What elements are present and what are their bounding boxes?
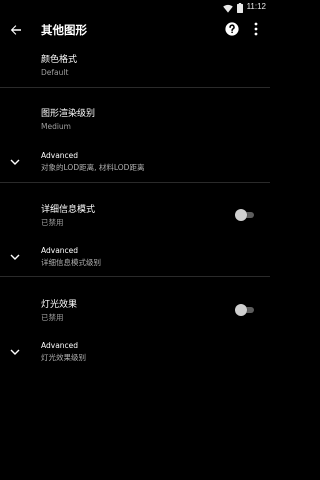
pref-lighting-advanced-summary: 灯光效果级别 xyxy=(41,353,86,362)
pref-color-format-summary: Default xyxy=(41,68,69,77)
pref-detail-advanced-title: Advanced xyxy=(41,246,79,255)
pref-lighting-advanced[interactable]: Advanced 灯光效果级别 xyxy=(0,337,270,369)
pref-lighting-advanced-title: Advanced xyxy=(41,341,79,350)
pref-render-advanced-summary: 对象的LOD距离, 材料LOD距离 xyxy=(41,163,145,172)
page-title: 其他图形 xyxy=(41,23,87,37)
pref-render-advanced[interactable]: Advanced 对象的LOD距离, 材料LOD距离 xyxy=(0,146,270,180)
pref-lighting[interactable]: 灯光效果 已禁用 xyxy=(0,294,270,330)
more-vert-icon xyxy=(254,21,258,40)
section-divider xyxy=(0,276,270,277)
section-divider xyxy=(0,87,270,88)
pref-detail-advanced[interactable]: Advanced 详细信息模式级别 xyxy=(0,242,270,274)
help-button[interactable] xyxy=(224,21,240,40)
pref-render-level-title: 图形渲染级别 xyxy=(41,109,96,119)
lighting-switch[interactable] xyxy=(235,304,255,316)
pref-lighting-summary: 已禁用 xyxy=(41,313,64,322)
status-time: 11:12 xyxy=(246,2,266,11)
detail-mode-switch[interactable] xyxy=(235,209,255,221)
pref-detail-mode-summary: 已禁用 xyxy=(41,218,64,227)
help-icon xyxy=(225,21,239,40)
switch-thumb xyxy=(235,209,247,221)
status-icons: 11:12 xyxy=(222,1,266,13)
pref-color-format-title: 颜色格式 xyxy=(41,55,78,65)
back-button[interactable] xyxy=(5,19,27,41)
pref-detail-advanced-summary: 详细信息模式级别 xyxy=(41,258,101,267)
switch-thumb xyxy=(235,304,247,316)
pref-detail-mode[interactable]: 详细信息模式 已禁用 xyxy=(0,198,270,234)
more-options-button[interactable] xyxy=(250,20,262,40)
pref-render-level-summary: Medium xyxy=(41,122,71,131)
chevron-down-icon xyxy=(8,155,22,169)
pref-render-level[interactable]: 图形渲染级别 Medium xyxy=(0,104,270,138)
status-bar: 11:12 xyxy=(0,0,270,14)
chevron-down-icon xyxy=(8,250,22,264)
screen: 11:12 其他图形 颜色格式 Default 图形渲染级别 Medium Ad… xyxy=(0,0,270,480)
pref-color-format[interactable]: 颜色格式 Default xyxy=(0,50,270,86)
pref-render-advanced-title: Advanced xyxy=(41,151,79,160)
arrow-back-icon xyxy=(10,21,22,40)
section-divider xyxy=(0,182,270,183)
toolbar: 其他图形 xyxy=(0,14,270,46)
chevron-down-icon xyxy=(8,345,22,359)
pref-lighting-title: 灯光效果 xyxy=(41,300,78,310)
pref-detail-mode-title: 详细信息模式 xyxy=(41,205,96,215)
